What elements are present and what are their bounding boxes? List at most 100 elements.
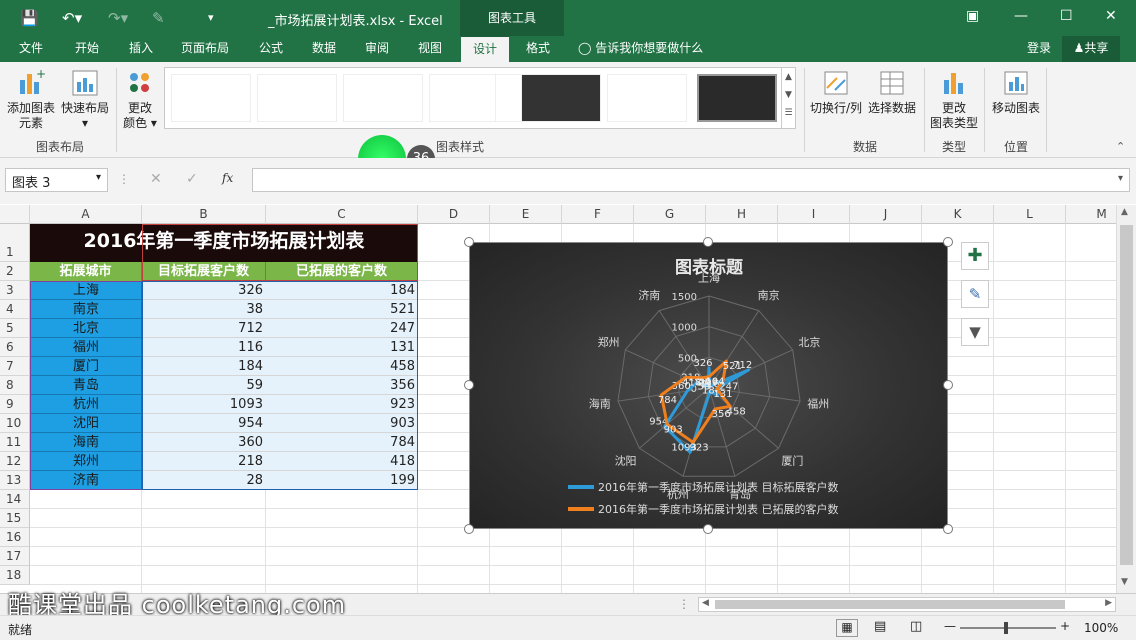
col-header-f[interactable]: F	[562, 205, 634, 224]
select-all-corner[interactable]	[0, 205, 30, 224]
resize-handle-tr[interactable]	[943, 237, 953, 247]
zoom-slider[interactable]	[960, 622, 1056, 634]
resize-handle-t[interactable]	[703, 237, 713, 247]
col-header-k[interactable]: K	[922, 205, 994, 224]
zoom-in-icon[interactable]: +	[1060, 619, 1070, 633]
customize-qat-icon[interactable]: ▾	[208, 9, 214, 27]
vertical-scroll-thumb[interactable]	[1120, 225, 1133, 565]
share-button[interactable]: ♟共享	[1062, 36, 1120, 62]
expand-formula-icon[interactable]: ▾	[1118, 173, 1123, 184]
chart-style-thumb-7[interactable]	[607, 74, 687, 122]
gallery-scroll[interactable]: ▲ ▼ ☰	[781, 68, 795, 128]
col-header-l[interactable]: L	[994, 205, 1066, 224]
chart-style-thumb-3[interactable]	[343, 74, 423, 122]
resize-handle-r[interactable]	[943, 380, 953, 390]
change-chart-type-button[interactable]: 更改 图表类型	[928, 68, 980, 131]
scroll-down-icon[interactable]: ▼	[1121, 577, 1128, 587]
redo-icon[interactable]: ↷▾	[108, 9, 128, 27]
switch-row-column-button[interactable]: 切换行/列	[808, 68, 864, 116]
add-chart-element-button[interactable]: + 添加图表 元素	[4, 68, 58, 131]
ribbon-display-options-icon[interactable]: ▣	[966, 8, 979, 24]
tell-me-box[interactable]: ◯ 告诉我你想要做什么	[578, 36, 718, 62]
select-data-button[interactable]: 选择数据	[866, 68, 918, 116]
tab-insert[interactable]: 插入	[118, 36, 164, 62]
radar-chart[interactable]: 图表标题 0 500 1000 1500 上海 南京 北京 福州 厦门 青岛 杭州 沈阳 海南 郑州 济南 32…	[469, 242, 948, 529]
tab-format[interactable]: 格式	[515, 36, 561, 62]
horizontal-scrollbar[interactable]: ◀ ▶	[698, 597, 1116, 612]
col-header-e[interactable]: E	[490, 205, 562, 224]
save-icon[interactable]: 💾	[20, 9, 39, 27]
sheet-bar-grip-icon[interactable]: ⋮	[678, 597, 690, 611]
row-header[interactable]: 5	[0, 319, 30, 338]
zoom-level[interactable]: 100%	[1084, 621, 1118, 635]
insert-function-icon[interactable]: fx	[222, 171, 233, 185]
chart-style-thumb-6[interactable]	[521, 74, 601, 122]
col-header-c[interactable]: C	[266, 205, 418, 224]
normal-view-icon[interactable]: ▦	[836, 619, 858, 637]
cancel-icon[interactable]: ✕	[150, 171, 162, 187]
collapse-ribbon-icon[interactable]: ⌃	[1116, 140, 1125, 153]
row-header[interactable]: 18	[0, 566, 30, 585]
tab-design[interactable]: 设计	[461, 36, 509, 62]
col-header-b[interactable]: B	[142, 205, 266, 224]
row-header[interactable]: 13	[0, 471, 30, 490]
formula-input[interactable]: ▾	[252, 168, 1130, 192]
enter-icon[interactable]: ✓	[186, 171, 198, 187]
row-header[interactable]: 11	[0, 433, 30, 452]
row-header[interactable]: 12	[0, 452, 30, 471]
col-header-d[interactable]: D	[418, 205, 490, 224]
chart-style-thumb-2[interactable]	[257, 74, 337, 122]
minimize-icon[interactable]: —	[1014, 8, 1028, 24]
row-header[interactable]: 7	[0, 357, 30, 376]
format-painter-icon[interactable]: ✎	[152, 9, 165, 27]
move-chart-button[interactable]: 移动图表	[988, 68, 1044, 116]
row-header[interactable]: 6	[0, 338, 30, 357]
resize-handle-l[interactable]	[464, 380, 474, 390]
signin-link[interactable]: 登录	[1020, 36, 1058, 62]
row-header[interactable]: 16	[0, 528, 30, 547]
chart-style-thumb-1[interactable]	[171, 74, 251, 122]
tab-home[interactable]: 开始	[64, 36, 110, 62]
row-header[interactable]: 3	[0, 281, 30, 300]
vertical-scrollbar[interactable]: ▲ ▼	[1116, 205, 1136, 593]
resize-handle-br[interactable]	[943, 524, 953, 534]
col-header-a[interactable]: A	[30, 205, 142, 224]
resize-handle-b[interactable]	[703, 524, 713, 534]
zoom-slider-thumb[interactable]	[1004, 622, 1008, 634]
horizontal-scroll-thumb[interactable]	[715, 600, 1065, 609]
page-layout-view-icon[interactable]: ▤	[874, 619, 886, 634]
row-header[interactable]: 8	[0, 376, 30, 395]
col-header-g[interactable]: G	[634, 205, 706, 224]
row-header[interactable]: 15	[0, 509, 30, 528]
tab-formulas[interactable]: 公式	[248, 36, 294, 62]
row-header[interactable]: 2	[0, 262, 30, 281]
tab-data[interactable]: 数据	[301, 36, 347, 62]
close-icon[interactable]: ✕	[1105, 8, 1117, 24]
resize-handle-tl[interactable]	[464, 237, 474, 247]
col-header-h[interactable]: H	[706, 205, 778, 224]
page-break-view-icon[interactable]: ◫	[910, 619, 922, 634]
col-header-m[interactable]: M	[1066, 205, 1116, 224]
row-header[interactable]: 1	[0, 224, 30, 262]
scroll-right-icon[interactable]: ▶	[1105, 598, 1112, 608]
row-header[interactable]: 14	[0, 490, 30, 509]
row-header[interactable]: 17	[0, 547, 30, 566]
zoom-out-icon[interactable]: —	[944, 619, 956, 633]
tab-file[interactable]: 文件	[8, 36, 54, 62]
undo-icon[interactable]: ↶▾	[62, 9, 82, 27]
row-header[interactable]: 9	[0, 395, 30, 414]
header-city[interactable]: 拓展城市	[30, 262, 142, 281]
col-header-i[interactable]: I	[778, 205, 850, 224]
chart-styles-gallery[interactable]: ▲ ▼ ☰	[164, 67, 796, 129]
chart-style-thumb-8[interactable]	[697, 74, 777, 122]
tab-view[interactable]: 视图	[407, 36, 453, 62]
scroll-up-icon[interactable]: ▲	[1121, 207, 1128, 217]
row-header[interactable]: 10	[0, 414, 30, 433]
scroll-left-icon[interactable]: ◀	[702, 598, 709, 608]
tab-page-layout[interactable]: 页面布局	[172, 36, 238, 62]
resize-handle-bl[interactable]	[464, 524, 474, 534]
name-box[interactable]: 图表 3 ▾	[5, 168, 108, 192]
tab-review[interactable]: 审阅	[354, 36, 400, 62]
maximize-icon[interactable]: ☐	[1060, 8, 1073, 24]
chart-filters-funnel-icon[interactable]: ▼	[961, 318, 989, 346]
